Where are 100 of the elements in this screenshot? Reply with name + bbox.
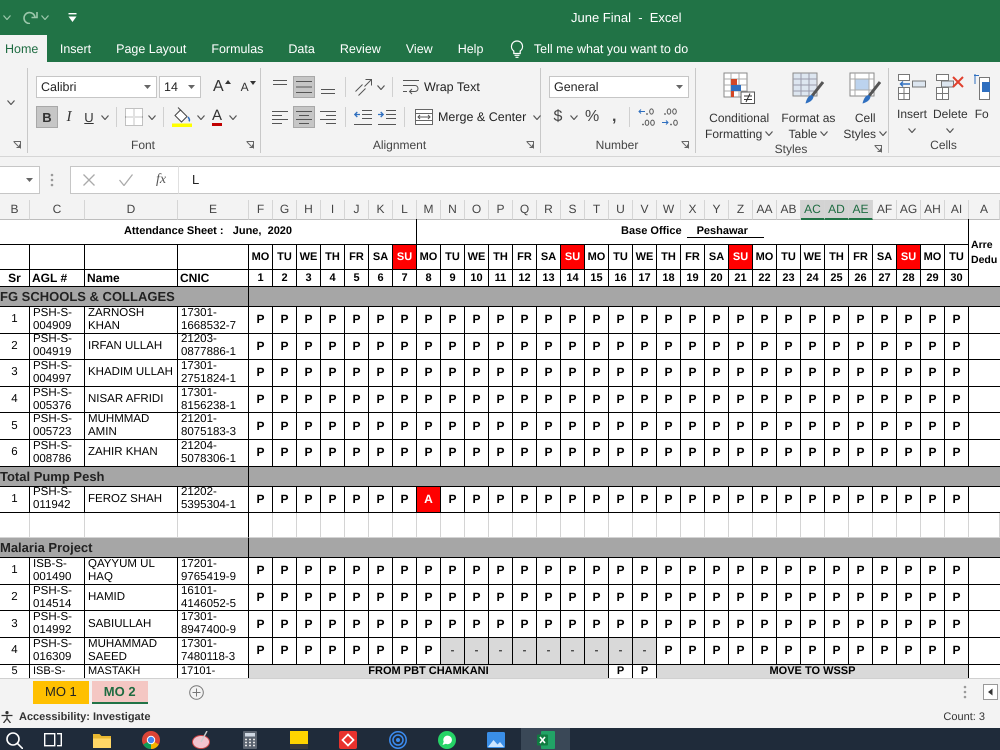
ribbon-tab[interactable]: View — [393, 35, 446, 62]
search-field[interactable]: Tell me what you want to do — [534, 38, 734, 60]
decrease-decimal-button[interactable] — [659, 106, 680, 128]
column-header[interactable]: C — [30, 200, 85, 220]
picture-icon[interactable] — [487, 731, 506, 749]
percent-button[interactable]: % — [581, 106, 604, 128]
column-header[interactable]: I — [321, 200, 345, 220]
column-header[interactable]: L — [393, 200, 417, 220]
caret-icon[interactable] — [765, 131, 774, 136]
grow-font-button[interactable]: A — [211, 76, 233, 98]
column-header[interactable]: U — [609, 200, 633, 220]
font-color-button[interactable]: A — [208, 106, 226, 128]
cell-styles-button[interactable]: Cell Styles — [840, 70, 890, 142]
diamond-icon[interactable] — [339, 731, 358, 749]
currency-button[interactable]: $ — [549, 106, 567, 128]
caret-icon[interactable] — [908, 128, 916, 133]
dish-icon[interactable] — [192, 731, 210, 749]
column-header[interactable]: D — [85, 200, 178, 220]
chat-bubble-icon[interactable] — [438, 731, 456, 749]
fill-color-button[interactable] — [170, 106, 194, 128]
column-header[interactable]: T — [585, 200, 609, 220]
ribbon-tab[interactable]: Help — [445, 35, 496, 62]
caret-icon[interactable] — [197, 114, 205, 120]
check-icon[interactable] — [119, 174, 133, 186]
font-name-field[interactable]: Calibri — [36, 76, 157, 98]
conditional-formatting-button[interactable]: Conditional Formatting — [702, 70, 776, 142]
column-header[interactable]: J — [345, 200, 369, 220]
spreadsheet-icon[interactable] — [536, 731, 555, 749]
dialog-launcher-icon[interactable] — [681, 141, 689, 149]
column-header[interactable]: AF — [873, 200, 897, 220]
more-options-icon[interactable] — [963, 685, 967, 699]
font-size-field[interactable]: 14 — [159, 76, 201, 98]
column-header[interactable]: P — [489, 200, 513, 220]
ribbon-tab[interactable]: Review — [327, 35, 394, 62]
formula-field[interactable]: L — [178, 166, 1000, 194]
redo-icon[interactable] — [23, 11, 38, 24]
column-header[interactable]: S — [561, 200, 585, 220]
caret-icon[interactable] — [229, 114, 237, 120]
column-header[interactable]: AI — [945, 200, 969, 220]
column-header[interactable]: X — [681, 200, 705, 220]
dialog-launcher-icon[interactable] — [874, 145, 882, 153]
caret-icon[interactable] — [879, 131, 888, 136]
ribbon-tab[interactable]: Formulas — [198, 35, 276, 62]
browser-icon[interactable] — [142, 731, 160, 749]
merge-and-center-button[interactable]: Merge & Center — [411, 106, 530, 128]
sheet-tab[interactable]: MO 2 — [92, 680, 148, 704]
customize-icon[interactable] — [68, 13, 77, 22]
caret-icon[interactable] — [533, 114, 542, 120]
note-icon[interactable] — [290, 731, 308, 749]
column-header[interactable]: V — [633, 200, 657, 220]
number-format-field[interactable]: General — [549, 76, 689, 98]
ribbon-tab[interactable]: Insert — [47, 35, 104, 62]
chevron-icon[interactable] — [3, 15, 11, 20]
folder-icon[interactable] — [92, 731, 111, 749]
accessibility-status[interactable]: Accessibility: Investigate — [19, 710, 150, 722]
column-header[interactable]: W — [657, 200, 681, 220]
caret-icon[interactable] — [148, 114, 156, 120]
column-header[interactable]: O — [465, 200, 489, 220]
column-header[interactable]: N — [441, 200, 465, 220]
shrink-font-button[interactable]: A — [238, 76, 258, 98]
task-view-icon[interactable] — [44, 731, 62, 749]
italic-button[interactable]: I — [60, 106, 78, 128]
column-header[interactable]: Y — [705, 200, 729, 220]
column-header[interactable]: K — [369, 200, 393, 220]
column-header[interactable]: Z — [729, 200, 753, 220]
search-icon[interactable] — [5, 731, 23, 749]
column-header[interactable]: R — [537, 200, 561, 220]
column-header[interactable]: F — [249, 200, 273, 220]
dialog-launcher-icon[interactable] — [13, 141, 21, 149]
calculator-icon[interactable] — [240, 731, 259, 749]
scroll-left-icon[interactable] — [983, 684, 998, 700]
wrap-text-button[interactable]: Wrap Text — [399, 76, 484, 98]
dialog-launcher-icon[interactable] — [246, 141, 254, 149]
column-header[interactable]: AA — [753, 200, 777, 220]
column-header[interactable]: M — [417, 200, 441, 220]
ribbon-tab[interactable]: Data — [276, 35, 328, 62]
caret-icon[interactable] — [820, 131, 828, 136]
caret-icon[interactable] — [946, 128, 954, 133]
borders-button[interactable] — [123, 106, 145, 128]
column-header[interactable]: H — [297, 200, 321, 220]
center-align-button[interactable] — [293, 106, 315, 128]
rings-icon[interactable] — [388, 731, 407, 749]
caret-icon[interactable] — [7, 100, 15, 105]
bold-button[interactable]: B — [36, 106, 58, 128]
insert-function-button[interactable]: fx — [154, 172, 168, 188]
more-options-icon[interactable] — [50, 172, 54, 186]
format-as-table-button[interactable]: Format as Table — [778, 70, 838, 142]
dialog-launcher-icon[interactable] — [526, 141, 534, 149]
delete-button[interactable]: Delete — [931, 72, 970, 133]
column-header[interactable]: A — [969, 200, 1000, 220]
column-header[interactable]: AE — [849, 200, 873, 220]
caret-icon[interactable] — [377, 84, 385, 90]
chevron-icon[interactable] — [41, 15, 49, 20]
column-header[interactable]: E — [178, 200, 249, 220]
middle-align-button[interactable] — [293, 76, 315, 98]
column-header[interactable]: AD — [825, 200, 849, 220]
increase-decimal-button[interactable] — [636, 106, 658, 128]
format-button[interactable]: Fo — [972, 72, 992, 122]
insert-button[interactable]: Insert — [895, 72, 930, 133]
column-header[interactable]: AG — [897, 200, 921, 220]
